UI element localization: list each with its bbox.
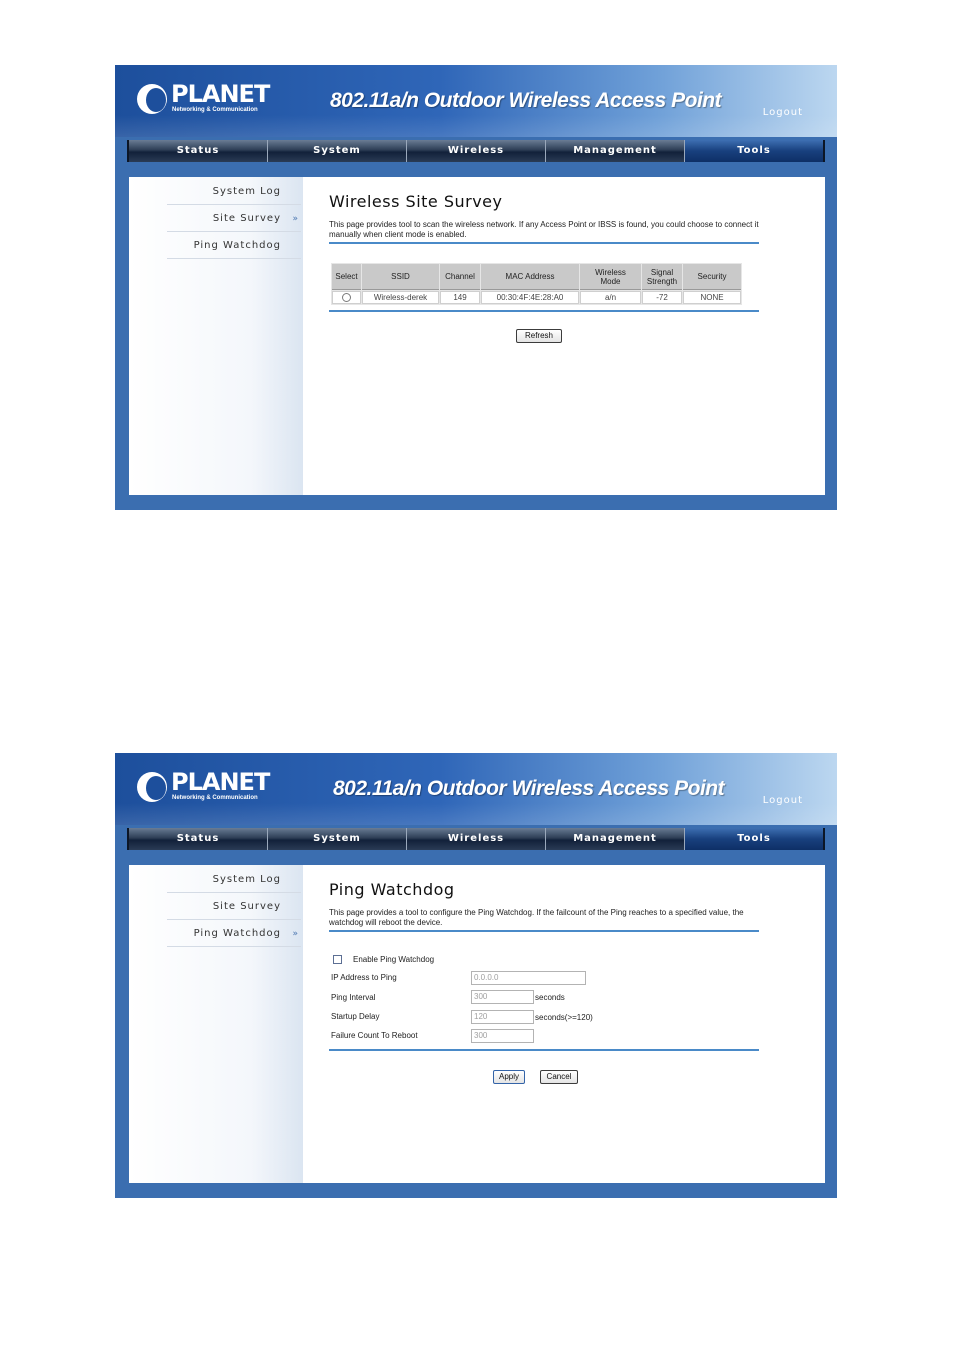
ping-interval-unit: seconds	[535, 993, 565, 1002]
failure-count-input[interactable]: 300	[471, 1029, 534, 1043]
enable-ping-watchdog-label: Enable Ping Watchdog	[353, 955, 435, 964]
table-header-row: Select SSID Channel MAC Address Wireless…	[332, 264, 741, 290]
ip-address-label: IP Address to Ping	[331, 973, 397, 982]
nav-status[interactable]: Status	[129, 828, 268, 850]
mode-cell: a/n	[580, 291, 641, 304]
logo-word: PLANET	[171, 80, 270, 108]
enable-ping-watchdog-checkbox[interactable]	[333, 955, 342, 964]
sidebar-item-label: Ping Watchdog	[193, 240, 281, 251]
ping-watchdog-window: PLANET Networking & Communication 802.11…	[115, 753, 837, 1198]
sidebar-item-ping-watchdog[interactable]: Ping Watchdog »	[167, 921, 301, 947]
sidebar: System Log Site Survey Ping Watchdog »	[129, 865, 303, 1183]
sidebar-item-ping-watchdog[interactable]: Ping Watchdog	[167, 233, 301, 259]
header-line: Wireless	[595, 267, 626, 277]
main-nav: Status System Wireless Management Tools	[127, 140, 825, 162]
table-row: Wireless-derek 149 00:30:4F:4E:28:A0 a/n…	[332, 291, 741, 304]
column-header-channel: Channel	[440, 264, 480, 290]
page-description: This page provides tool to scan the wire…	[329, 220, 759, 239]
header-line: Signal	[650, 267, 674, 277]
planet-logo-icon	[137, 84, 167, 114]
divider	[329, 242, 759, 244]
column-header-security: Security	[683, 264, 741, 290]
header-line: Strength	[646, 276, 678, 286]
header-line: Mode	[600, 276, 621, 286]
sidebar: System Log Site Survey » Ping Watchdog	[129, 177, 303, 495]
nav-wireless[interactable]: Wireless	[407, 828, 546, 850]
sidebar-item-site-survey[interactable]: Site Survey »	[167, 206, 301, 232]
sidebar-item-label: Site Survey	[212, 213, 281, 224]
nav-wireless[interactable]: Wireless	[407, 140, 546, 162]
nav-management[interactable]: Management	[546, 140, 685, 162]
header-banner: PLANET Networking & Communication 802.11…	[115, 65, 837, 137]
mac-cell: 00:30:4F:4E:28:A0	[481, 291, 579, 304]
nav-tools[interactable]: Tools	[685, 140, 823, 162]
double-chevron-right-icon: »	[292, 929, 299, 939]
logout-link[interactable]: Logout	[763, 795, 803, 806]
column-header-select: Select	[332, 264, 361, 290]
column-header-ssid: SSID	[362, 264, 439, 290]
select-radio[interactable]	[342, 293, 351, 303]
divider	[329, 930, 759, 932]
startup-delay-unit: seconds(>=120)	[535, 1013, 593, 1022]
logo-subtitle: Networking & Communication	[172, 107, 258, 113]
sidebar-item-label: System Log	[212, 186, 281, 197]
nav-tools[interactable]: Tools	[685, 828, 823, 850]
sidebar-item-label: System Log	[212, 874, 281, 885]
divider	[329, 1049, 759, 1051]
ping-interval-input[interactable]: 300	[471, 990, 534, 1004]
sidebar-item-system-log[interactable]: System Log	[167, 179, 301, 205]
column-header-wireless-mode: Wireless Mode	[580, 264, 641, 290]
header-banner: PLANET Networking & Communication 802.11…	[115, 753, 837, 825]
page-title: Wireless Site Survey	[329, 192, 503, 211]
divider	[329, 310, 759, 312]
sidebar-item-site-survey[interactable]: Site Survey	[167, 894, 301, 920]
main-nav: Status System Wireless Management Tools	[127, 828, 825, 850]
ping-interval-label: Ping Interval	[331, 993, 376, 1002]
channel-cell: 149	[440, 291, 480, 304]
planet-logo: PLANET Networking & Communication	[137, 768, 270, 805]
product-title: 802.11a/n Outdoor Wireless Access Point	[333, 777, 725, 800]
sidebar-item-label: Ping Watchdog	[193, 928, 281, 939]
logout-link[interactable]: Logout	[763, 107, 803, 118]
site-survey-window: PLANET Networking & Communication 802.11…	[115, 65, 837, 510]
refresh-button[interactable]: Refresh	[516, 329, 562, 343]
column-header-signal-strength: Signal Strength	[642, 264, 682, 290]
nav-management[interactable]: Management	[546, 828, 685, 850]
double-chevron-right-icon: »	[292, 214, 299, 224]
failure-count-label: Failure Count To Reboot	[331, 1031, 418, 1040]
sidebar-item-system-log[interactable]: System Log	[167, 867, 301, 893]
column-header-mac: MAC Address	[481, 264, 579, 290]
sidebar-item-label: Site Survey	[212, 901, 281, 912]
page-title: Ping Watchdog	[329, 880, 455, 899]
ssid-cell: Wireless-derek	[362, 291, 439, 304]
signal-cell: -72	[642, 291, 682, 304]
logo-subtitle: Networking & Communication	[172, 795, 258, 801]
startup-delay-input[interactable]: 120	[471, 1010, 534, 1024]
planet-logo-icon	[137, 772, 167, 802]
content-area: System Log Site Survey Ping Watchdog » P…	[129, 865, 825, 1183]
select-cell	[332, 291, 361, 304]
logo-word: PLANET	[171, 768, 270, 796]
site-survey-table: Select SSID Channel MAC Address Wireless…	[331, 263, 742, 305]
nav-system[interactable]: System	[268, 140, 407, 162]
nav-system[interactable]: System	[268, 828, 407, 850]
content-area: System Log Site Survey » Ping Watchdog W…	[129, 177, 825, 495]
startup-delay-label: Startup Delay	[331, 1012, 380, 1021]
security-cell: NONE	[683, 291, 741, 304]
planet-logo: PLANET Networking & Communication	[137, 80, 270, 117]
ip-address-input[interactable]: 0.0.0.0	[471, 971, 586, 985]
cancel-button[interactable]: Cancel	[540, 1070, 578, 1084]
nav-status[interactable]: Status	[129, 140, 268, 162]
page-description: This page provides a tool to configure t…	[329, 908, 744, 927]
product-title: 802.11a/n Outdoor Wireless Access Point	[330, 89, 722, 112]
apply-button[interactable]: Apply	[493, 1070, 525, 1084]
